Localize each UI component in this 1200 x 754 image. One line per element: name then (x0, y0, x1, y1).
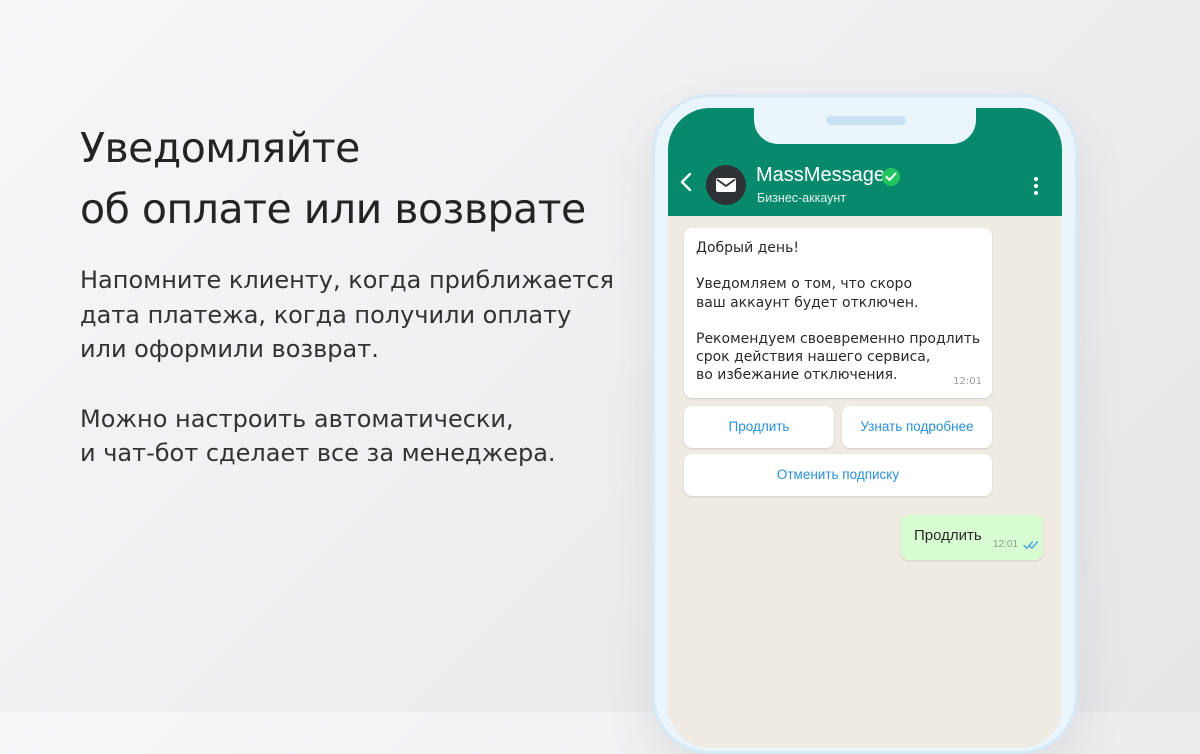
description-paragraph-1: Напомните клиенту, когда приближается да… (80, 263, 640, 367)
phone-speaker (826, 116, 906, 125)
headline-line-2: об оплате или возврате (80, 185, 586, 233)
chevron-left-icon[interactable] (680, 172, 692, 197)
description-line: Можно настроить автоматически, (80, 404, 514, 433)
outgoing-message: Продлить 12:01 (901, 515, 1043, 560)
phone-notch (754, 108, 976, 144)
message-time: 12:01 (993, 539, 1019, 550)
description-line: или оформили возврат. (80, 335, 379, 363)
page-title: Уведомляйте об оплате или возврате (80, 118, 640, 240)
contact-subtitle: Бизнес-аккаунт (757, 191, 847, 205)
cancel-subscription-button[interactable]: Отменить подписку (684, 454, 992, 496)
learn-more-button[interactable]: Узнать подробнее (842, 406, 992, 448)
message-line: Рекомендуем своевременно продлить (696, 330, 981, 347)
envelope-icon (716, 178, 736, 192)
description-line: дата платежа, когда получили оплату (80, 300, 572, 329)
message-line: ваш аккаунт будет отключен. (696, 294, 919, 311)
message-time: 12:01 (953, 375, 982, 387)
renew-button[interactable]: Продлить (684, 406, 834, 448)
message-line: срок действия нашего сервиса, (696, 349, 931, 366)
message-line: Добрый день! (696, 240, 799, 256)
contact-name[interactable]: MassMessage (756, 164, 885, 187)
avatar[interactable] (706, 165, 746, 205)
message-text: Продлить (914, 527, 982, 544)
chat-header: MassMessage Бизнес-аккаунт (668, 108, 1062, 216)
description-paragraph-2: Можно настроить автоматически, и чат-бот… (80, 402, 640, 471)
description-line: и чат-бот сделает все за менеджера. (80, 439, 556, 467)
more-vertical-icon[interactable] (1034, 177, 1038, 198)
verified-check-icon (882, 168, 900, 186)
phone-screen: MassMessage Бизнес-аккаунт Добрый день! … (668, 108, 1062, 748)
double-check-icon (1023, 541, 1039, 549)
incoming-message: Добрый день! Уведомляем о том, что скоро… (684, 228, 992, 398)
message-line: Уведомляем о том, что скоро (696, 276, 913, 293)
promo-text-block: Уведомляйте об оплате или возврате Напом… (80, 118, 640, 471)
message-line: во избежание отключения. (696, 367, 898, 384)
headline-line-1: Уведомляйте (80, 124, 360, 172)
description-line: Напомните клиенту, когда приближается (80, 266, 614, 294)
